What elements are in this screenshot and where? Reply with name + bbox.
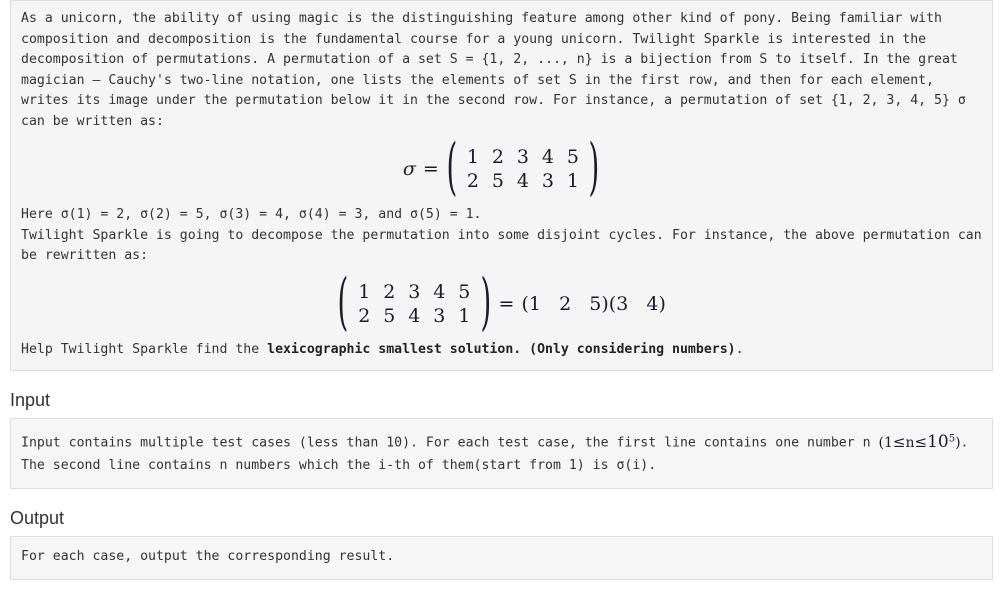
matrix-cell: 3 [516,146,529,168]
description-panel: As a unicorn, the ability of using magic… [10,0,993,371]
matrix-row-bottom: 2 5 4 3 1 [460,169,585,193]
permutation-matrix-2: 1 2 3 4 5 2 5 4 3 1 [352,280,477,328]
matrix-cell: 4 [516,170,529,192]
equals-sign: = [498,292,515,315]
matrix-right-paren: ) [480,266,492,339]
matrix-cell: 3 [541,170,554,192]
matrix-right-paren: ) [588,132,600,204]
input-section-heading: Input [10,390,51,410]
matrix-cell: 5 [383,304,396,327]
permutation-matrix-1: 1 2 3 4 5 2 5 4 3 1 [460,145,585,193]
problem-statement-page: As a unicorn, the ability of using magic… [0,0,1006,580]
description-paragraph-2: Here σ(1) = 2, σ(2) = 5, σ(3) = 4, σ(4) … [21,207,482,222]
paragraph4-suffix: . [735,341,744,357]
input-line-1: Input contains multiple test cases (less… [21,435,871,451]
description-paragraph-1: As a unicorn, the ability of using magic… [21,11,966,129]
paragraph4-emphasis: lexicographic smallest solution. (Only c… [267,341,736,357]
formula-cycle-decomposition: ( 1 2 3 4 5 2 5 4 3 1) = (1 2 5)(3 4) [21,272,982,334]
less-equal-icon: ≤ [914,432,928,451]
matrix-cell: 5 [566,146,579,168]
constraint-upper-base: 10 [927,431,949,452]
matrix-row-top: 1 2 3 4 5 [352,280,477,304]
output-section-panel: For each case, output the corresponding … [10,535,993,580]
matrix-cell: 2 [358,304,371,327]
description-paragraph-3: Twilight Sparkle is going to decompose t… [21,227,982,264]
matrix-cell: 4 [408,304,421,327]
cycle-notation: (1 2 5)(3 4) [521,292,666,315]
equals-sign: = [422,158,439,180]
matrix-left-paren: ( [446,132,457,204]
input-section-panel: Input contains multiple test cases (less… [10,418,993,489]
formula-sigma-row: σ = ( 1 2 3 4 5 2 5 4 3 1) [402,137,600,199]
matrix-cell: 4 [541,146,554,168]
paragraph4-prefix: Help Twilight Sparkle find the [21,341,268,357]
matrix-cell: 5 [491,170,504,192]
constraint-lower-bound: 1 [883,434,893,451]
matrix-left-paren: ( [337,266,349,339]
spacer-after-description [0,371,1006,389]
output-section-heading: Output [10,507,65,528]
matrix-cell: 2 [466,170,479,192]
matrix-cell: 4 [433,280,446,303]
description-paragraph-4: Help Twilight Sparkle find the lexicogra… [21,340,982,361]
input-description-text: Input contains multiple test cases (less… [21,428,982,477]
matrix-cell: 5 [458,280,471,303]
formula-cycle-row: ( 1 2 3 4 5 2 5 4 3 1) = (1 2 5)(3 4) [337,272,666,334]
matrix-cell: 1 [458,304,471,327]
matrix-cell: 3 [408,280,421,303]
matrix-cell: 1 [466,146,479,168]
spacer-after-input [0,489,1006,507]
sigma-symbol: σ [402,158,416,180]
formula-sigma-definition: σ = ( 1 2 3 4 5 2 5 4 3 1) [21,137,982,199]
matrix-cell: 3 [433,304,446,327]
matrix-cell: 2 [383,280,396,303]
matrix-cell: 1 [566,170,579,192]
less-equal-icon: ≤ [892,432,906,451]
matrix-cell: 2 [491,146,504,168]
output-description-text: For each case, output the corresponding … [21,548,395,564]
matrix-row-top: 1 2 3 4 5 [460,145,585,169]
matrix-row-bottom: 2 5 4 3 1 [352,304,477,328]
matrix-cell: 1 [358,280,371,303]
input-constraint-math: (1≤n≤105) [878,431,960,452]
